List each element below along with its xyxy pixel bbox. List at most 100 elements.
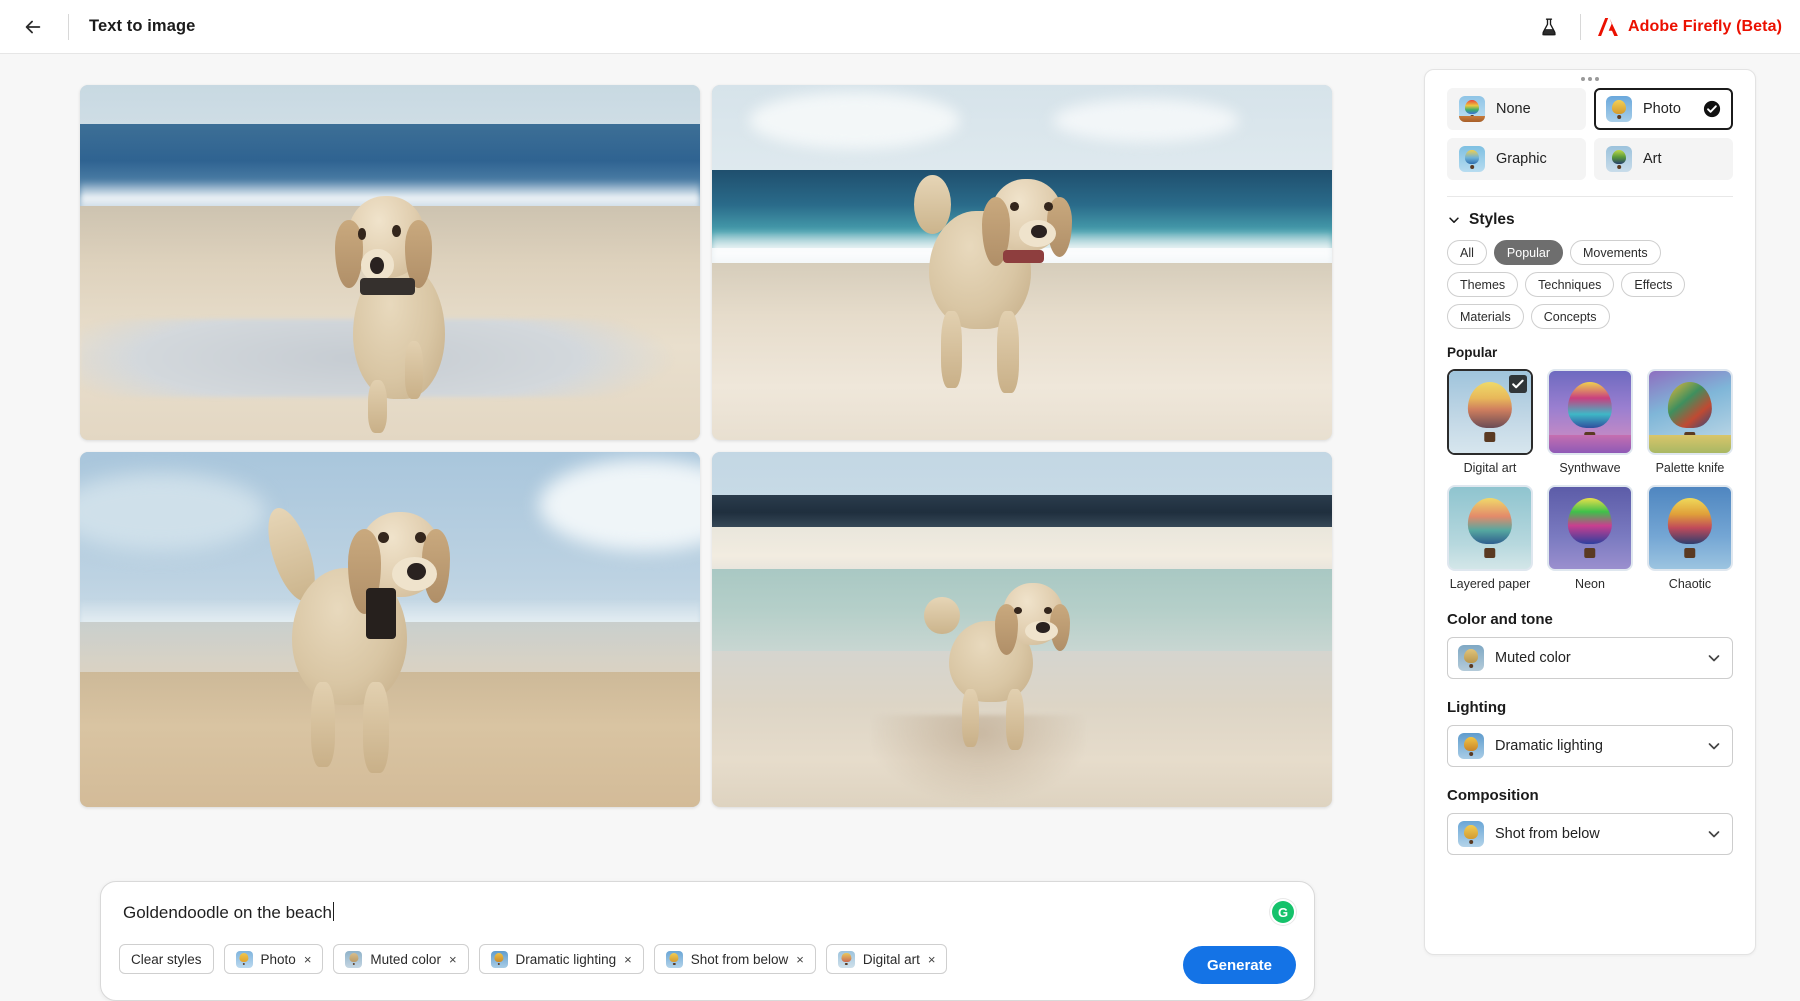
style-option-label: Digital art bbox=[1447, 461, 1533, 475]
color-and-tone-select[interactable]: Muted color bbox=[1447, 637, 1733, 679]
content-type-label: None bbox=[1496, 101, 1531, 117]
style-filter-themes[interactable]: Themes bbox=[1447, 272, 1518, 297]
chevron-down-icon bbox=[1447, 213, 1461, 227]
lighting-value: Dramatic lighting bbox=[1495, 738, 1603, 754]
chevron-down-icon bbox=[1706, 650, 1722, 666]
grammarly-icon[interactable]: G bbox=[1272, 901, 1294, 923]
back-arrow-icon bbox=[22, 16, 44, 38]
style-filter-group: All Popular Movements Themes Techniques … bbox=[1447, 240, 1733, 329]
header-right-group: Adobe Firefly (Beta) bbox=[1532, 10, 1800, 44]
beta-features-button[interactable] bbox=[1532, 10, 1566, 44]
balloon-thumb-icon bbox=[1458, 733, 1484, 759]
balloon-thumb-icon bbox=[345, 951, 362, 968]
style-option-palette-knife[interactable]: Palette knife bbox=[1647, 369, 1733, 475]
content-type-label: Photo bbox=[1643, 101, 1681, 117]
style-chips-row: Clear styles Photo × Muted color × bbox=[119, 944, 947, 974]
beaker-icon bbox=[1539, 17, 1559, 37]
generated-image-1[interactable] bbox=[80, 85, 700, 440]
style-chip-digital-art[interactable]: Digital art × bbox=[826, 944, 948, 974]
style-option-synthwave[interactable]: Synthwave bbox=[1547, 369, 1633, 475]
style-filter-techniques[interactable]: Techniques bbox=[1525, 272, 1614, 297]
style-option-label: Neon bbox=[1547, 577, 1633, 591]
generate-button[interactable]: Generate bbox=[1183, 946, 1296, 984]
generated-image-grid bbox=[80, 85, 1332, 807]
style-option-label: Layered paper bbox=[1447, 577, 1533, 591]
generated-image-4[interactable] bbox=[712, 452, 1332, 807]
balloon-thumb-icon bbox=[491, 951, 508, 968]
content-type-art[interactable]: Art bbox=[1594, 138, 1733, 180]
text-caret bbox=[333, 902, 334, 921]
app-header: Text to image Adobe Firefly (Beta) bbox=[0, 0, 1800, 54]
style-option-layered-paper[interactable]: Layered paper bbox=[1447, 485, 1533, 591]
chevron-down-icon bbox=[1706, 826, 1722, 842]
check-circle-icon bbox=[1703, 100, 1721, 118]
page-title: Text to image bbox=[89, 17, 195, 36]
lighting-select[interactable]: Dramatic lighting bbox=[1447, 725, 1733, 767]
style-thumbnail-grid: Digital art Synthwave Palette bbox=[1447, 369, 1733, 591]
chip-remove-icon[interactable]: × bbox=[928, 952, 936, 967]
brand-label: Adobe Firefly (Beta) bbox=[1628, 18, 1782, 36]
style-thumbnail bbox=[1447, 485, 1533, 571]
header-divider-2 bbox=[1580, 14, 1581, 40]
chip-label: Dramatic lighting bbox=[516, 952, 617, 967]
style-chip-photo[interactable]: Photo × bbox=[224, 944, 324, 974]
balloon-thumb-icon bbox=[236, 951, 253, 968]
chip-label: Photo bbox=[261, 952, 296, 967]
balloon-thumb-icon bbox=[666, 951, 683, 968]
chip-label: Muted color bbox=[370, 952, 441, 967]
style-thumbnail bbox=[1647, 369, 1733, 455]
prompt-input[interactable]: Goldendoodle on the beach bbox=[123, 902, 334, 923]
content-type-label: Graphic bbox=[1496, 151, 1547, 167]
content-type-none[interactable]: None bbox=[1447, 88, 1586, 130]
content-type-photo[interactable]: Photo bbox=[1594, 88, 1733, 130]
prompt-bar: Goldendoodle on the beach G Clear styles… bbox=[100, 881, 1315, 1001]
style-option-chaotic[interactable]: Chaotic bbox=[1647, 485, 1733, 591]
composition-label: Composition bbox=[1447, 787, 1733, 804]
style-filter-movements[interactable]: Movements bbox=[1570, 240, 1661, 265]
balloon-thumb-icon bbox=[1459, 146, 1485, 172]
styles-section-title: Styles bbox=[1469, 211, 1515, 229]
chip-remove-icon[interactable]: × bbox=[624, 952, 632, 967]
balloon-thumb-icon bbox=[1458, 645, 1484, 671]
color-and-tone-label: Color and tone bbox=[1447, 611, 1733, 628]
style-thumbnail bbox=[1647, 485, 1733, 571]
style-option-digital-art[interactable]: Digital art bbox=[1447, 369, 1533, 475]
color-and-tone-value: Muted color bbox=[1495, 650, 1571, 666]
generated-image-3[interactable] bbox=[80, 452, 700, 807]
panel-drag-handle[interactable] bbox=[1581, 77, 1599, 81]
chevron-down-icon bbox=[1706, 738, 1722, 754]
lighting-label: Lighting bbox=[1447, 699, 1733, 716]
style-filter-popular[interactable]: Popular bbox=[1494, 240, 1563, 265]
panel-divider bbox=[1447, 196, 1733, 197]
style-option-label: Palette knife bbox=[1647, 461, 1733, 475]
balloon-thumb-icon bbox=[1459, 96, 1485, 122]
settings-panel: None Photo G bbox=[1424, 69, 1756, 955]
style-chip-shot-from-below[interactable]: Shot from below × bbox=[654, 944, 816, 974]
style-option-neon[interactable]: Neon bbox=[1547, 485, 1633, 591]
chip-label: Shot from below bbox=[691, 952, 789, 967]
chip-remove-icon[interactable]: × bbox=[796, 952, 804, 967]
content-type-label: Art bbox=[1643, 151, 1662, 167]
generated-image-2[interactable] bbox=[712, 85, 1332, 440]
style-chip-dramatic-lighting[interactable]: Dramatic lighting × bbox=[479, 944, 644, 974]
composition-value: Shot from below bbox=[1495, 826, 1600, 842]
back-button[interactable] bbox=[16, 10, 50, 44]
clear-styles-button[interactable]: Clear styles bbox=[119, 944, 214, 974]
composition-select[interactable]: Shot from below bbox=[1447, 813, 1733, 855]
styles-section-header[interactable]: Styles bbox=[1447, 211, 1733, 229]
chip-remove-icon[interactable]: × bbox=[304, 952, 312, 967]
style-filter-concepts[interactable]: Concepts bbox=[1531, 304, 1610, 329]
results-canvas: Goldendoodle on the beach G Clear styles… bbox=[0, 55, 1425, 976]
chip-label: Digital art bbox=[863, 952, 920, 967]
chip-remove-icon[interactable]: × bbox=[449, 952, 457, 967]
style-filter-materials[interactable]: Materials bbox=[1447, 304, 1524, 329]
balloon-thumb-icon bbox=[1606, 146, 1632, 172]
style-chip-muted-color[interactable]: Muted color × bbox=[333, 944, 468, 974]
style-option-label: Chaotic bbox=[1647, 577, 1733, 591]
style-filter-effects[interactable]: Effects bbox=[1621, 272, 1685, 297]
content-type-graphic[interactable]: Graphic bbox=[1447, 138, 1586, 180]
style-filter-all[interactable]: All bbox=[1447, 240, 1487, 265]
balloon-thumb-icon bbox=[1458, 821, 1484, 847]
adobe-firefly-brand[interactable]: Adobe Firefly (Beta) bbox=[1597, 17, 1782, 37]
popular-group-title: Popular bbox=[1447, 345, 1733, 360]
